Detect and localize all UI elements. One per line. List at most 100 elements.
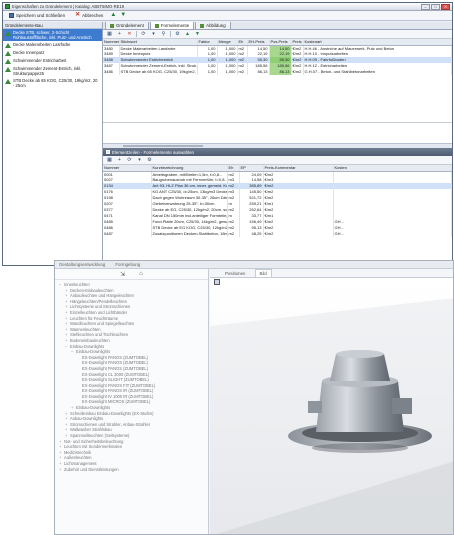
- column-header[interactable]: Preis: [291, 39, 304, 46]
- catalog-tree-label: Leuchten für Feuchträume: [70, 315, 119, 321]
- product-preview[interactable]: [210, 286, 453, 534]
- maximize-button[interactable]: □: [431, 3, 440, 10]
- panel-icon: [106, 150, 110, 154]
- grid-icon[interactable]: ▦: [106, 31, 113, 37]
- view-3d-icon[interactable]: [214, 279, 220, 285]
- tab-abbildung[interactable]: Abbildung: [195, 22, 231, 29]
- table-cell: 3486: [103, 69, 120, 76]
- table-cell: 1,00: [197, 69, 218, 76]
- table-cell: 1,000: [217, 69, 238, 76]
- search-icon[interactable]: ⚲: [160, 31, 167, 37]
- move-down-icon[interactable]: ▼: [194, 31, 201, 37]
- table-cell: KG ANT C25/30, d=25cm, 13kg/m3 Deckeal..…: [151, 189, 228, 196]
- subpanel-toolbar: ▦ + ⟳ ▾ ⚙: [103, 156, 452, 165]
- horizontal-scrollbar[interactable]: [103, 143, 452, 148]
- grid-empty-area: [103, 123, 452, 143]
- tab-label: Formelemente: [160, 23, 190, 28]
- tree-item[interactable]: Decke Malerarbeiten Lasrfarbe: [3, 41, 102, 49]
- filter-icon[interactable]: ▾: [150, 31, 157, 37]
- subpanel-header: Elementzeilen - Formelemente auswahlen: [103, 148, 452, 156]
- view-toolbar: [210, 278, 453, 286]
- arrow-down-icon[interactable]: ▼: [120, 12, 126, 18]
- catalog-tree-node[interactable]: + Zubehör und Dienstleistungen: [59, 467, 204, 473]
- settings-icon[interactable]: ⚙: [146, 157, 153, 163]
- catalog-tree-label: Lichtsysteme und Stromschienen: [70, 304, 131, 310]
- cancel-label: Abbrechen: [82, 13, 104, 18]
- scroll-thumb[interactable]: [123, 145, 203, 147]
- tree-item[interactable]: Decke STB, schwer, 2-Schicht Rohbaustoff…: [3, 29, 102, 41]
- tab-bild[interactable]: Bild: [254, 269, 272, 277]
- table-row[interactable]: 3486 STB Decke ab 65 KOG, C25/30, 19kg/m2…: [103, 69, 452, 76]
- table-cell: G.H.07 - Beton- und Stahlbetonarbeiten: [303, 69, 452, 76]
- catalog-tree-label: Lichtmanagement: [64, 461, 97, 466]
- table-row[interactable]: 0487 Zusatzpositionen Decken-Stahlbeton, …: [103, 231, 452, 238]
- catalog-tree-label: Anbauleuchten und Hängeleuchten: [70, 293, 134, 299]
- column-header[interactable]: Nummer: [103, 39, 120, 46]
- header-item[interactable]: Formgebung: [115, 262, 140, 267]
- arrow-up-icon[interactable]: ▲: [110, 12, 116, 18]
- catalog-tree-label: Schnelleinbau Einbau-Downlights (EX-Stuf…: [70, 410, 154, 416]
- catalog-tree-label: EX-Downlight CL 3000 (ZUMTOBEL): [82, 371, 150, 377]
- tree-item[interactable]: Decke Innenputz: [3, 49, 102, 57]
- table-cell: m2: [227, 231, 240, 238]
- delete-icon[interactable]: ✕: [126, 31, 133, 37]
- table-cell: €/m2: [263, 231, 334, 238]
- minimize-button[interactable]: –: [421, 3, 430, 10]
- add-icon[interactable]: +: [116, 31, 123, 37]
- header-item[interactable]: Gestaltungsentwicklung: [59, 262, 105, 267]
- tree-item[interactable]: STB Decke ab 65 KOG, C25/30, 19kg/m2, 20…: [3, 77, 102, 89]
- toolbar-separator: [170, 31, 171, 37]
- cancel-button[interactable]: ✕ Abbrechen: [72, 11, 106, 20]
- expand-icon[interactable]: ⇲: [120, 271, 125, 278]
- element-icon: [5, 51, 11, 56]
- tree-item[interactable]: Schwimmender Zement-Estrich, inkl. Struk…: [3, 65, 102, 77]
- catalog-tree-label: Medizintechnik: [64, 449, 92, 455]
- filter-icon[interactable]: ▾: [136, 157, 143, 163]
- catalog-tree-label: EX-Downlight SLIGHT (ZUMTOBEL): [82, 377, 149, 383]
- catalog-tree-label: Not- und Sicherheitsbeleuchtung: [64, 438, 124, 444]
- element-icon: [5, 67, 11, 72]
- catalog-tree-label: EX-Downlight PANOS IR (ZUMTOBEL): [82, 388, 154, 394]
- catalog-tree-label: EX-Downlight PANOS (ZUMTOBEL): [82, 360, 149, 366]
- tree-item-label: Decke Malerarbeiten Lasrfarbe: [13, 42, 71, 47]
- element-icon: [5, 79, 11, 84]
- catalog-tree-label: Hängeleuchten/Pendelleuchten: [70, 298, 127, 304]
- tree-item[interactable]: Schwimmender Estricharbeit: [3, 57, 102, 65]
- catalog-tree-label: EX-Downlight MICROS (ZUMTOBEL): [82, 399, 151, 405]
- add-icon[interactable]: +: [116, 157, 123, 163]
- title-bar[interactable]: Eigenschaften zu Gründelement | Katalog:…: [3, 3, 452, 11]
- grid-icon[interactable]: ▦: [106, 157, 113, 163]
- catalog-tree-label: Bodeneinbauleuchten: [70, 337, 110, 343]
- tree-toolbar: ⇲ ⌂: [55, 269, 208, 280]
- table-cell: Schwimmender Zement-Estrich, inkl. Struk…: [119, 63, 198, 70]
- tab-positionen[interactable]: Positionen: [220, 269, 251, 277]
- tab-label: Abbildung: [206, 23, 226, 28]
- image-icon: [200, 23, 205, 28]
- table-cell: Ant 93, HLZ Plan 36 cm, inner. gemeld. K…: [151, 183, 228, 190]
- move-up-icon[interactable]: ▲: [184, 31, 191, 37]
- table-cell: Decke ab EG, C25/30, 12kg/m2, 20cm, sch.…: [151, 207, 228, 214]
- save-close-label: Speichern und Schließen: [16, 13, 66, 18]
- tab-formelemente[interactable]: Formelemente: [149, 22, 195, 29]
- catalog-tree-label: EX-Downlight PANOS (ZUMTOBEL): [82, 354, 149, 360]
- home-icon[interactable]: ⌂: [139, 271, 143, 277]
- save-icon: [9, 13, 14, 18]
- refresh-icon[interactable]: ⟳: [140, 31, 147, 37]
- catalog-tree-label: Einzelleuchten und Lichtbänder: [70, 309, 128, 315]
- tab-grundelement[interactable]: Gründelement: [105, 22, 149, 29]
- window-title: Eigenschaften zu Gründelement | Katalog:…: [12, 4, 125, 9]
- element-tree: Gründelemente-Bau Decke STB, schwer, 2-S…: [3, 22, 103, 265]
- table-cell: €/m2: [291, 45, 304, 52]
- form-icon: [154, 23, 159, 28]
- catalog-tree-label: Einbau-Downlights: [76, 405, 111, 411]
- refresh-icon[interactable]: ⟳: [126, 157, 133, 163]
- app-icon: [5, 4, 10, 9]
- table-cell: €/m2: [291, 51, 304, 58]
- tab-label: Gründelement: [116, 23, 144, 28]
- catalog-tree: – Innenleuchten + Decken-Einbauleuchten + Anb…: [55, 280, 208, 474]
- catalog-tree-label: EX-Downlight IV 1000 IR (ZUMTOBEL): [82, 393, 154, 399]
- element-lines-grid: Nummer Kurzbezeichnung Eh EP Preis-Kommentar…: [103, 165, 452, 265]
- close-button[interactable]: ✕: [441, 3, 450, 10]
- save-close-button[interactable]: Speichern und Schließen: [6, 11, 68, 20]
- settings-icon[interactable]: ⚙: [174, 31, 181, 37]
